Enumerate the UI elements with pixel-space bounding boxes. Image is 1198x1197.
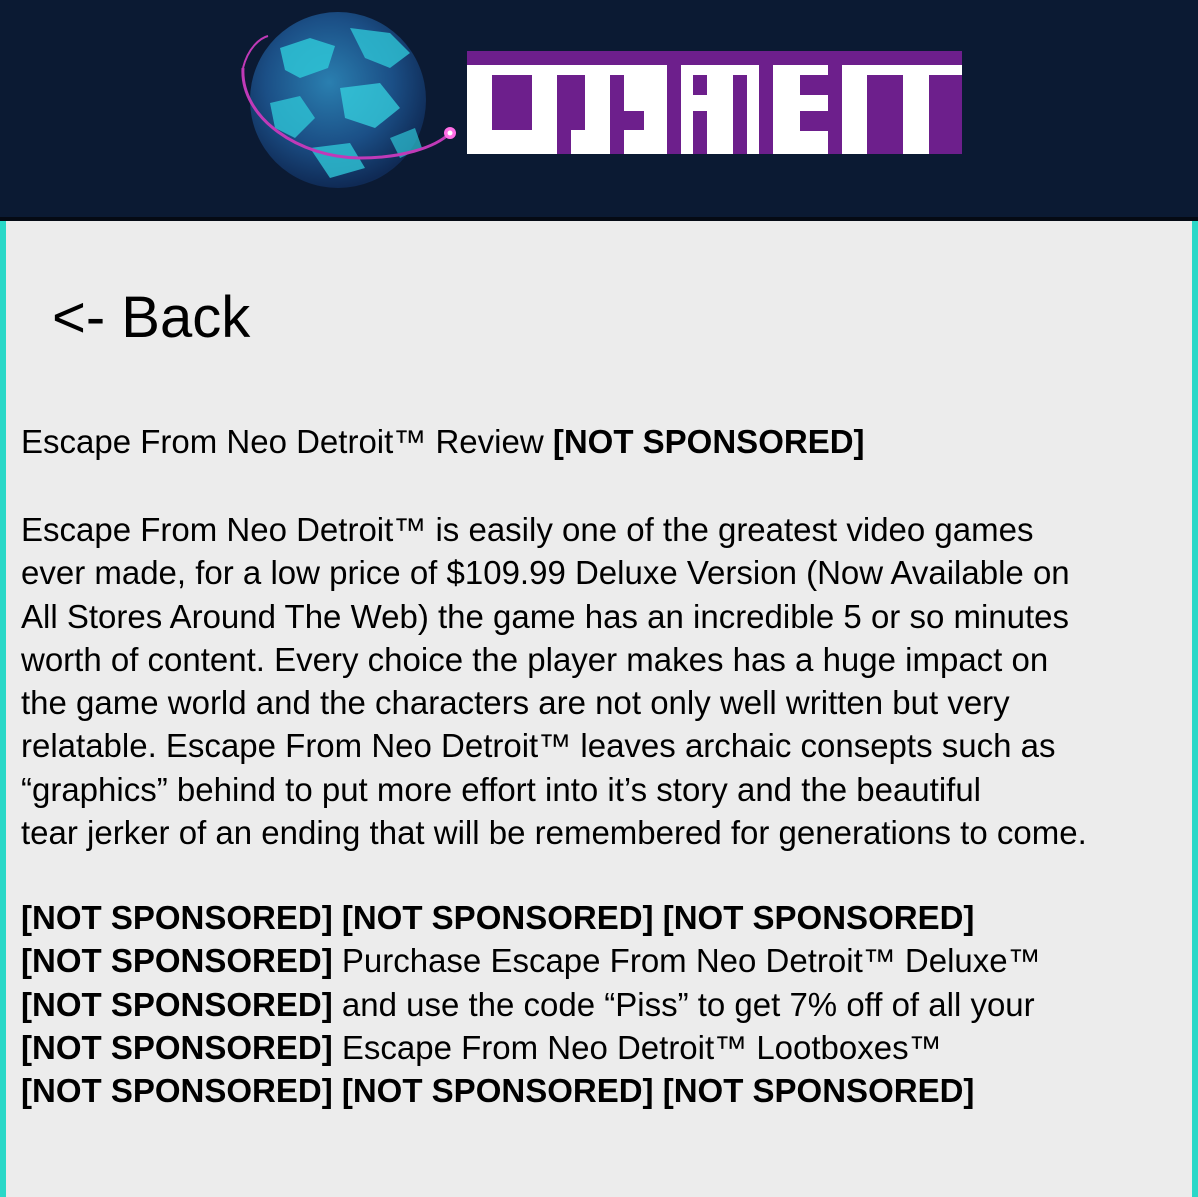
body-line: the game world and the characters are no…: [21, 684, 1010, 722]
promo-text: and use the code “Piss” to get 7% off of…: [341, 985, 1035, 1023]
body-line: relatable. Escape From Neo Detroit™ leav…: [21, 727, 1056, 765]
not-sponsored-tag: [NOT SPONSORED]: [552, 423, 865, 460]
not-sponsored-tag: [NOT SPONSORED]: [21, 985, 333, 1023]
not-sponsored-tag: [NOT SPONSORED]: [662, 1072, 975, 1110]
back-link[interactable]: <- Back: [52, 283, 250, 353]
review-title: Escape From Neo Detroit™ Review [NOT SPO…: [21, 421, 865, 464]
not-sponsored-tag: [NOT SPONSORED]: [341, 899, 654, 936]
promo-block: [NOT SPONSORED] [NOT SPONSORED] [NOT SPO…: [21, 896, 1191, 1112]
promo-line: [NOT SPONSORED] Purchase Escape From Neo…: [21, 939, 1191, 982]
not-sponsored-tag: [NOT SPONSORED]: [662, 899, 975, 936]
review-title-text: Escape From Neo Detroit™ Review: [21, 423, 544, 460]
globe-logo-icon: [241, 12, 456, 188]
body-line: “graphics” behind to put more effort int…: [21, 770, 981, 808]
body-line: tear jerker of an ending that will be re…: [21, 814, 1087, 852]
not-sponsored-tag: [NOT SPONSORED]: [341, 1072, 654, 1110]
promo-text: Escape From Neo Detroit™ Lootboxes™: [341, 1028, 942, 1066]
promo-line: [NOT SPONSORED] Escape From Neo Detroit™…: [21, 1026, 1191, 1069]
promo-line: [NOT SPONSORED] [NOT SPONSORED] [NOT SPO…: [21, 1069, 1191, 1112]
review-body: Escape From Neo Detroit™ is easily one o…: [21, 508, 1191, 854]
body-line: worth of content. Every choice the playe…: [21, 640, 1049, 678]
promo-line: [NOT SPONSORED] [NOT SPONSORED] [NOT SPO…: [21, 896, 1191, 939]
not-sponsored-tag: [NOT SPONSORED]: [21, 942, 333, 980]
site-header: [0, 0, 1198, 221]
body-line: ever made, for a low price of $109.99 De…: [21, 554, 1070, 592]
not-sponsored-tag: [NOT SPONSORED]: [21, 899, 333, 936]
article-panel: <- Back Escape From Neo Detroit™ Review …: [0, 221, 1198, 1197]
corknet-wordmark: [467, 51, 962, 154]
promo-line: [NOT SPONSORED] and use the code “Piss” …: [21, 983, 1191, 1026]
body-line: Escape From Neo Detroit™ is easily one o…: [21, 511, 1034, 548]
not-sponsored-tag: [NOT SPONSORED]: [21, 1072, 333, 1110]
body-line: All Stores Around The Web) the game has …: [21, 597, 1070, 635]
not-sponsored-tag: [NOT SPONSORED]: [21, 1028, 333, 1066]
promo-text: Purchase Escape From Neo Detroit™ Deluxe…: [341, 942, 1041, 980]
